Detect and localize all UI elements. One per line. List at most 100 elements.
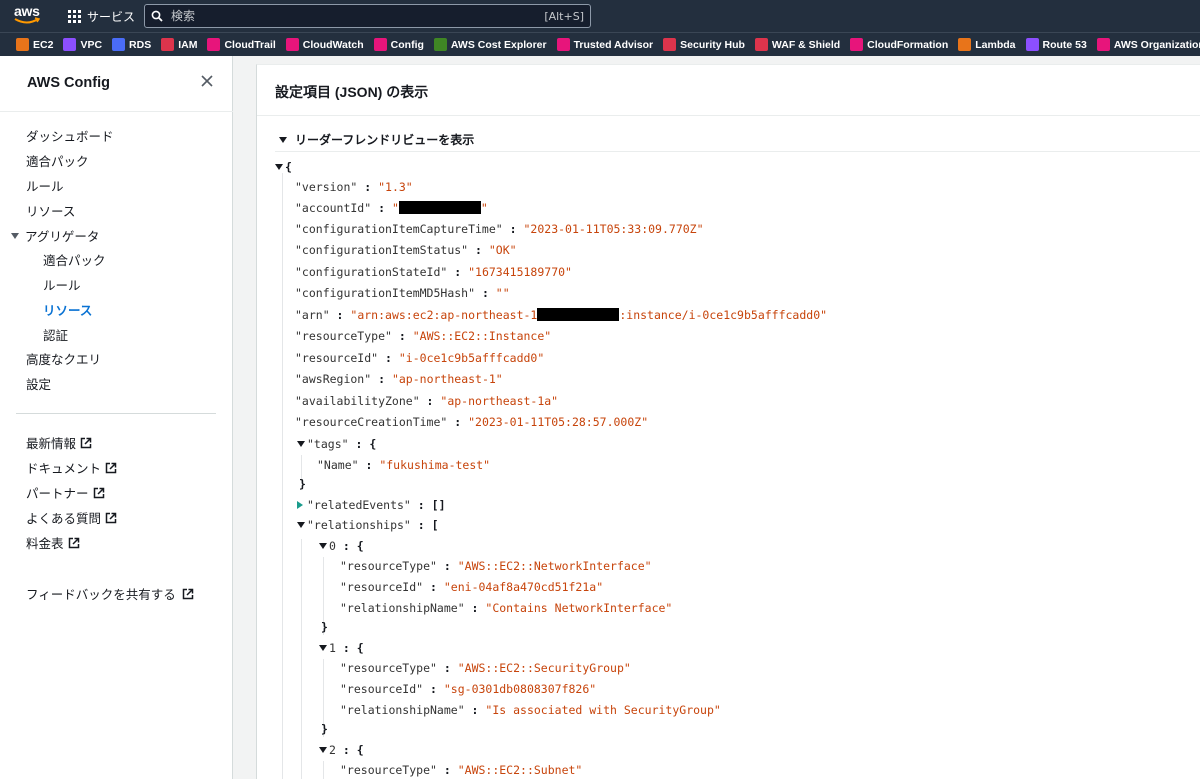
favorite-config[interactable]: Config xyxy=(373,38,424,51)
json-row-rel1-resource-type: "resourceType" : "AWS::EC2::SecurityGrou… xyxy=(340,660,631,676)
favorite-vpc[interactable]: VPC xyxy=(63,38,102,51)
expand-toggle-icon[interactable] xyxy=(297,500,303,509)
sidebar-item-aggregator-conformance-packs[interactable]: 適合パック xyxy=(43,250,106,269)
favorite-waf-shield[interactable]: WAF & Shield xyxy=(754,38,840,51)
collapse-toggle-icon[interactable] xyxy=(319,746,327,753)
service-icon xyxy=(207,38,221,51)
service-icon xyxy=(754,38,768,51)
favorite-trusted-advisor[interactable]: Trusted Advisor xyxy=(556,38,653,51)
json-punct: : xyxy=(357,180,379,194)
sidebar-item-conformance-packs[interactable]: 適合パック xyxy=(26,151,89,170)
global-search[interactable]: [Alt+S] xyxy=(144,4,591,28)
service-icon xyxy=(1025,38,1039,51)
json-punct: : xyxy=(371,372,392,386)
favorite-cloudformation[interactable]: CloudFormation xyxy=(850,38,948,51)
json-key: "accountId" xyxy=(295,201,372,215)
json-key: "configurationItemMD5Hash" xyxy=(295,286,476,300)
collapse-toggle-icon[interactable] xyxy=(319,542,327,549)
favorite-aws-organizations[interactable]: AWS Organizations xyxy=(1096,38,1200,51)
favorite-iam[interactable]: IAM xyxy=(161,38,197,51)
sidebar-link-whats-new[interactable]: 最新情報 xyxy=(26,433,92,452)
json-row-related-events[interactable]: "relatedEvents" : [] xyxy=(297,497,446,513)
favorite-lambda[interactable]: Lambda xyxy=(958,38,1016,51)
json-punct: : xyxy=(378,351,399,365)
favorite-label: EC2 xyxy=(33,38,54,51)
favorite-aws-cost-explorer[interactable]: AWS Cost Explorer xyxy=(433,38,547,51)
json-row-relationship-1[interactable]: 1 : { xyxy=(319,640,364,656)
favorite-label: VPC xyxy=(80,38,103,51)
json-row-relationships[interactable]: "relationships" : [ xyxy=(297,517,439,533)
sidebar-item-rules[interactable]: ルール xyxy=(26,176,64,195)
search-input[interactable] xyxy=(163,9,545,23)
favorite-rds[interactable]: RDS xyxy=(112,38,151,51)
json-row-tags[interactable]: "tags" : { xyxy=(297,436,376,452)
json-value: "AWS::EC2::Instance" xyxy=(412,329,552,343)
sidebar-item-resources[interactable]: リソース xyxy=(26,201,75,220)
external-link-icon xyxy=(68,537,79,548)
favorite-cloudtrail[interactable]: CloudTrail xyxy=(207,38,276,51)
collapse-toggle-icon[interactable] xyxy=(297,440,305,447)
favorite-security-hub[interactable]: Security Hub xyxy=(663,38,745,51)
json-row-rel1-name: "relationshipName" : "Is associated with… xyxy=(340,702,721,718)
aws-logo[interactable]: aws xyxy=(14,4,46,28)
collapse-toggle-icon[interactable] xyxy=(275,163,283,170)
favorite-label: RDS xyxy=(129,38,152,51)
json-row-md5: "configurationItemMD5Hash" : "" xyxy=(295,285,510,301)
favorite-route-53[interactable]: Route 53 xyxy=(1025,38,1087,51)
sidebar-item-dashboard[interactable]: ダッシュボード xyxy=(26,126,114,145)
sidebar-item-settings[interactable]: 設定 xyxy=(26,374,51,393)
sidebar-item-aggregator-resources[interactable]: リソース xyxy=(43,300,92,319)
json-value: "1.3" xyxy=(378,180,413,194)
service-icon xyxy=(373,38,387,51)
sidebar-title: AWS Config xyxy=(27,75,110,91)
sidebar-item-authorizations[interactable]: 認証 xyxy=(43,325,68,344)
close-icon[interactable] xyxy=(199,73,215,89)
json-punct: : xyxy=(348,437,370,451)
services-menu-button[interactable]: サービス xyxy=(68,6,135,26)
indent-guide xyxy=(282,173,283,779)
sidebar-item-aggregators[interactable]: アグリゲータ xyxy=(11,226,99,245)
collapse-toggle-icon[interactable] xyxy=(297,521,305,528)
json-punct: [] xyxy=(431,498,446,512)
favorite-label: Config xyxy=(390,38,424,51)
favorite-label: AWS Organizations xyxy=(1113,38,1200,51)
service-icon xyxy=(1096,38,1110,51)
sidebar-item-aggregator-rules[interactable]: ルール xyxy=(43,275,81,294)
favorite-label: Lambda xyxy=(975,38,1016,51)
sidebar-item-label: 高度なクエリ xyxy=(26,352,102,367)
json-value: "1673415189770" xyxy=(468,265,572,279)
json-row-relationship-2[interactable]: 2 : { xyxy=(319,742,364,758)
json-value: "OK" xyxy=(488,243,517,257)
sidebar-link-pricing[interactable]: 料金表 xyxy=(26,533,80,552)
favorite-label: CloudTrail xyxy=(224,38,276,51)
sidebar-item-advanced-queries[interactable]: 高度なクエリ xyxy=(26,349,101,368)
json-value: "eni-04af8a470cd51f21a" xyxy=(443,580,604,594)
sidebar-link-documentation[interactable]: ドキュメント xyxy=(26,458,117,477)
json-row-account-id: "accountId" : " " xyxy=(295,200,488,216)
sidebar-link-partners[interactable]: パートナー xyxy=(26,483,105,502)
grid-icon xyxy=(68,9,81,23)
favorites-bar: EC2 VPC RDS IAM CloudTrail CloudWatch Config AW… xyxy=(0,32,1200,56)
collapse-toggle-icon[interactable] xyxy=(319,644,327,651)
sidebar-link-feedback[interactable]: フィードバックを共有する xyxy=(26,584,194,603)
sidebar-link-faq[interactable]: よくある質問 xyxy=(26,508,117,527)
json-row-relationship-0[interactable]: 0 : { xyxy=(319,538,364,554)
json-punct: : xyxy=(464,601,486,615)
favorite-cloudwatch[interactable]: CloudWatch xyxy=(285,38,364,51)
external-link-icon xyxy=(80,437,92,448)
sidebar-link-label: 料金表 xyxy=(26,536,64,551)
favorite-ec2[interactable]: EC2 xyxy=(16,38,53,51)
json-value: "fukushima-test" xyxy=(379,458,491,472)
json-punct: { xyxy=(356,743,364,757)
json-row-version: "version" : "1.3" xyxy=(295,179,413,195)
json-root-open[interactable]: { xyxy=(275,159,292,175)
sidebar-item-label: リソース xyxy=(26,204,76,219)
favorite-label: Security Hub xyxy=(680,38,745,51)
service-icon xyxy=(161,38,175,51)
json-punct: } xyxy=(299,477,306,491)
service-icon xyxy=(16,38,29,51)
json-value: "" xyxy=(495,286,510,300)
json-tags-close: } xyxy=(299,476,306,492)
json-key: "availabilityZone" xyxy=(295,394,420,408)
json-punct: : xyxy=(358,458,380,472)
